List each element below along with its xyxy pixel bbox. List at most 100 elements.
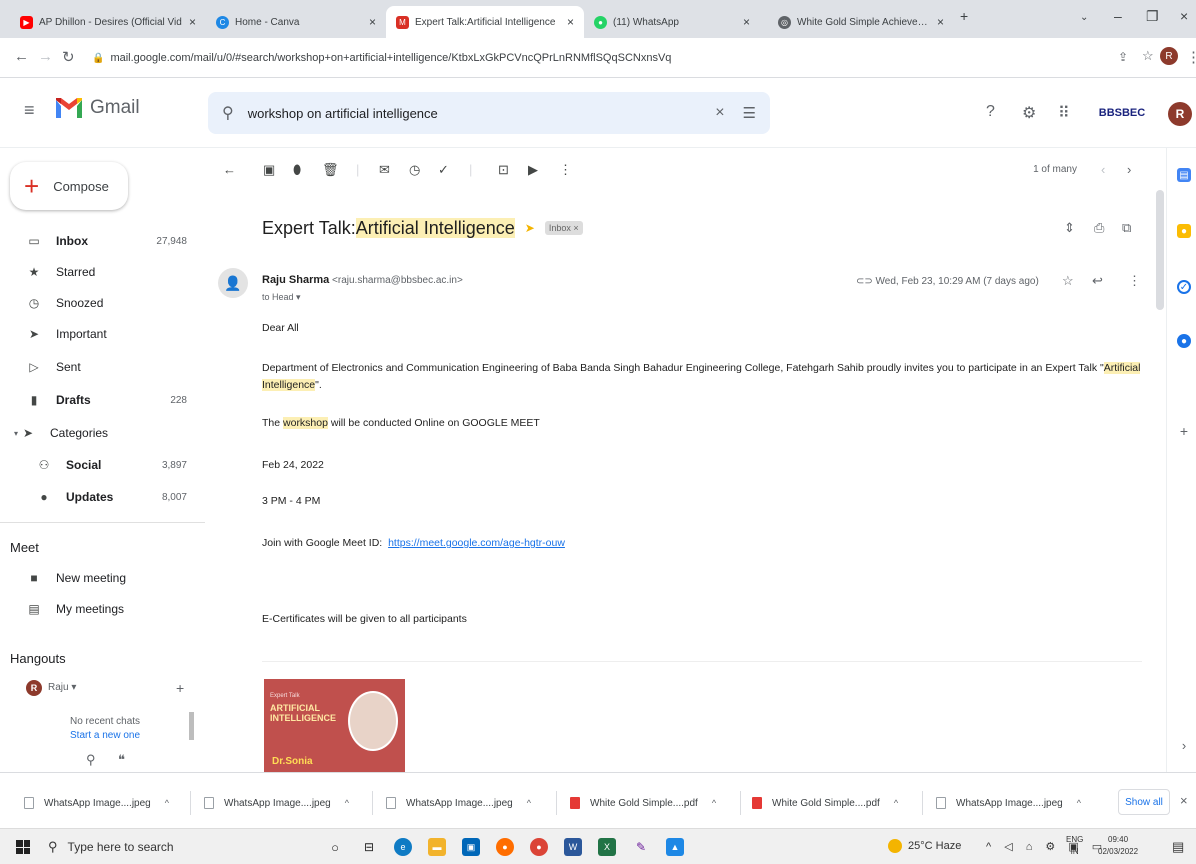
move-to-icon[interactable]: ⊡: [498, 162, 509, 178]
edge-icon[interactable]: e: [394, 838, 412, 856]
chevron-up-icon[interactable]: ^: [165, 798, 169, 808]
sidebar-item-updates[interactable]: ● Updates 8,007: [0, 482, 195, 512]
store-icon[interactable]: ▣: [462, 838, 480, 856]
browser-tab[interactable]: C Home - Canva ×: [206, 6, 386, 38]
tasks-icon[interactable]: ✓: [1177, 280, 1191, 294]
chevron-up-icon[interactable]: ^: [345, 798, 349, 808]
sidebar-item-snoozed[interactable]: ◷ Snoozed: [0, 288, 195, 318]
word-icon[interactable]: W: [564, 838, 582, 856]
browser-menu-icon[interactable]: ⋮: [1186, 48, 1196, 66]
browser-tab-active[interactable]: M Expert Talk:Artificial Intelligence ×: [386, 6, 584, 38]
chevron-up-icon[interactable]: ^: [894, 798, 898, 808]
forward-icon[interactable]: →: [38, 48, 53, 65]
minimize-icon[interactable]: –: [1114, 8, 1122, 24]
reply-icon[interactable]: ↩: [1092, 273, 1103, 289]
expand-all-icon[interactable]: ⇕: [1064, 220, 1075, 236]
message-scrollbar[interactable]: [1156, 190, 1164, 310]
account-avatar[interactable]: R: [1168, 102, 1192, 126]
sidebar-item-important[interactable]: ➤ Important: [0, 319, 195, 349]
download-item[interactable]: WhatsApp Image....jpeg ^: [204, 793, 349, 813]
more-options-icon[interactable]: ⋮: [559, 162, 572, 178]
taskbar-search[interactable]: ⚲ Type here to search: [48, 833, 298, 861]
labels-icon[interactable]: ▶: [528, 162, 538, 178]
start-new-chat-link[interactable]: Start a new one: [70, 730, 140, 738]
expand-panel-icon[interactable]: ›: [1177, 738, 1191, 753]
search-options-icon[interactable]: ☰: [743, 104, 756, 122]
hangouts-scrollbar[interactable]: [189, 712, 194, 740]
cortana-icon[interactable]: ○: [326, 838, 344, 856]
file-explorer-icon[interactable]: ▬: [428, 838, 446, 856]
weather-widget[interactable]: 25°C Haze: [888, 839, 961, 853]
new-chat-icon[interactable]: +: [176, 680, 184, 696]
taskbar-clock[interactable]: 09:40 02/03/2022: [1098, 834, 1138, 858]
notification-icon[interactable]: ▤: [1172, 839, 1184, 855]
my-meetings-link[interactable]: ▤ My meetings: [0, 595, 124, 623]
new-meeting-link[interactable]: ■ New meeting: [0, 564, 126, 592]
newer-icon[interactable]: ‹: [1101, 162, 1105, 177]
chevron-up-icon[interactable]: ^: [712, 798, 716, 808]
clear-search-icon[interactable]: ×: [715, 104, 724, 122]
add-addon-icon[interactable]: +: [1177, 423, 1191, 439]
close-tab-icon[interactable]: ×: [369, 15, 376, 29]
browser-tab[interactable]: ● (11) WhatsApp ×: [584, 6, 760, 38]
star-message-icon[interactable]: ☆: [1062, 273, 1074, 289]
settings-gear-icon[interactable]: ⚙: [1022, 103, 1036, 123]
help-icon[interactable]: ?: [986, 103, 995, 121]
sidebar-item-categories[interactable]: ▾ ➤ Categories: [0, 418, 195, 448]
contacts-icon[interactable]: ⚲: [86, 752, 96, 768]
reload-icon[interactable]: ↻: [62, 48, 75, 66]
sidebar-item-social[interactable]: ⚇ Social 3,897: [0, 450, 195, 480]
excel-icon[interactable]: X: [598, 838, 616, 856]
older-icon[interactable]: ›: [1127, 162, 1131, 177]
close-download-bar-icon[interactable]: ×: [1180, 793, 1188, 808]
search-input[interactable]: workshop on artificial intelligence: [248, 106, 715, 121]
message-more-icon[interactable]: ⋮: [1128, 273, 1141, 289]
hangouts-quote-icon[interactable]: ❝: [118, 752, 125, 768]
tab-search-icon[interactable]: ⌄: [1080, 12, 1088, 23]
back-icon[interactable]: ←: [14, 48, 29, 65]
open-new-window-icon[interactable]: ⧉: [1122, 220, 1131, 236]
hangouts-user[interactable]: Raju ▾: [48, 682, 76, 693]
gmail-logo[interactable]: Gmail: [54, 96, 140, 120]
download-item[interactable]: White Gold Simple....pdf ^: [570, 793, 716, 813]
sidebar-item-drafts[interactable]: ▮ Drafts 228: [0, 385, 195, 415]
system-tray[interactable]: ^ ◁ ⌂ ⚙ ▣ ▭: [986, 840, 1107, 853]
task-view-icon[interactable]: ⊟: [360, 838, 378, 856]
close-tab-icon[interactable]: ×: [937, 15, 944, 29]
chevron-up-icon[interactable]: ^: [527, 798, 531, 808]
browser-tab[interactable]: ▶ AP Dhillon - Desires (Official Vid ×: [10, 6, 206, 38]
close-tab-icon[interactable]: ×: [743, 15, 750, 29]
close-window-icon[interactable]: ×: [1180, 8, 1188, 24]
close-tab-icon[interactable]: ×: [189, 15, 196, 29]
firefox-icon[interactable]: ●: [496, 838, 514, 856]
print-icon[interactable]: ⎙: [1094, 220, 1104, 236]
maximize-icon[interactable]: ❐: [1146, 8, 1159, 25]
main-menu-icon[interactable]: ≡: [24, 100, 35, 121]
sidebar-item-sent[interactable]: ▷ Sent: [0, 352, 195, 382]
download-item[interactable]: WhatsApp Image....jpeg ^: [386, 793, 531, 813]
apps-grid-icon[interactable]: ⠿: [1058, 103, 1070, 123]
keep-icon[interactable]: ●: [1177, 224, 1191, 238]
close-tab-icon[interactable]: ×: [567, 15, 574, 29]
back-to-search-icon[interactable]: ←: [223, 162, 236, 177]
inbox-label-chip[interactable]: Inbox ×: [544, 221, 583, 235]
important-marker-icon[interactable]: ➤: [525, 221, 535, 235]
mark-unread-icon[interactable]: ✉: [379, 162, 390, 178]
share-icon[interactable]: ⇪: [1118, 50, 1128, 64]
snooze-icon[interactable]: ◷: [409, 162, 420, 178]
contacts-icon[interactable]: ●: [1177, 334, 1191, 348]
search-icon[interactable]: ⚲: [222, 103, 234, 123]
recipient-details[interactable]: to Head ▾: [262, 292, 301, 303]
sidebar-item-inbox[interactable]: ▭ Inbox 27,948: [0, 226, 195, 256]
browser-tab[interactable]: ◎ White Gold Simple Achievement ×: [768, 6, 954, 38]
compose-button[interactable]: + Compose: [10, 162, 128, 210]
paint-icon[interactable]: ✎: [632, 838, 650, 856]
mail-search-bar[interactable]: ⚲ workshop on artificial intelligence × …: [208, 92, 770, 134]
archive-icon[interactable]: ▣: [263, 162, 275, 178]
download-item[interactable]: WhatsApp Image....jpeg ^: [936, 793, 1081, 813]
report-spam-icon[interactable]: ⬮: [293, 162, 301, 178]
download-item[interactable]: White Gold Simple....pdf ^: [752, 793, 898, 813]
photos-icon[interactable]: ▲: [666, 838, 684, 856]
chrome-icon[interactable]: ●: [530, 838, 548, 856]
new-tab-icon[interactable]: +: [960, 8, 968, 24]
